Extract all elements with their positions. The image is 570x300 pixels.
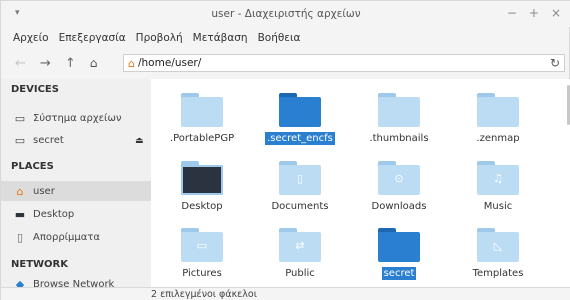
status-bar: 2 επιλεγμένοι φάκελοι [1,287,570,300]
menu-edit[interactable]: Επεξεργασία [59,32,126,44]
menu-help[interactable]: Βοήθεια [258,32,301,44]
file-item-portablepgp[interactable]: .PortablePGP [157,87,247,153]
downloads-folder-icon: ⊙ [378,161,420,195]
file-name: .zenmap [476,133,520,144]
sidebar-item-user[interactable]: ⌂ user [1,181,151,201]
desktop-folder-icon [181,161,223,195]
folder-icon [378,228,420,262]
back-arrow-icon[interactable]: ← [15,56,26,71]
drive-icon: ▭ [14,111,26,125]
file-item-public[interactable]: ⇄ Public [255,222,345,288]
file-item-templates[interactable]: ◺ Templates [453,222,543,288]
window-title: user - Διαχειριστής αρχείων [211,8,361,20]
menu-file[interactable]: Αρχείο [13,32,49,44]
desktop-icon: ▬ [14,207,26,221]
file-item-documents[interactable]: ▯ Documents [255,155,345,221]
sidebar-item-label: user [33,185,55,197]
folder-icon [279,93,321,127]
sidebar-item-filesystem[interactable]: ▭ Σύστημα αρχείων [1,108,151,128]
file-item-music[interactable]: ♫ Music [453,155,543,221]
minimize-button[interactable]: − [507,6,517,20]
sidebar: DEVICES ▭ Σύστημα αρχείων ▭ secret ⏏ PLA… [1,79,151,291]
file-name: Pictures [182,268,222,279]
menu-view[interactable]: Προβολή [136,32,183,44]
file-item-zenmap[interactable]: .zenmap [453,87,543,153]
file-name: Music [483,201,513,212]
sidebar-heading-network: NETWORK [11,259,69,270]
sidebar-item-label: Απορρίμματα [33,231,100,243]
sidebar-item-secret[interactable]: ▭ secret [1,130,151,150]
up-arrow-icon[interactable]: ↑ [65,56,76,71]
file-name: secret [381,267,417,280]
music-folder-icon: ♫ [477,161,519,195]
templates-folder-icon: ◺ [477,228,519,262]
file-name: Downloads [371,201,427,212]
home-icon: ⌂ [16,184,24,198]
sidebar-item-trash[interactable]: ▯ Απορρίμματα [1,227,151,247]
file-name: Documents [271,201,329,212]
sidebar-item-desktop[interactable]: ▬ Desktop [1,204,151,224]
drive-icon: ▭ [14,133,26,147]
trash-icon: ▯ [16,230,24,244]
file-item-thumbnails[interactable]: .thumbnails [354,87,444,153]
file-item-desktop[interactable]: Desktop [157,155,247,221]
file-name: .PortablePGP [169,133,235,144]
pictures-folder-icon: ▭ [181,228,223,262]
menu-go[interactable]: Μετάβαση [193,32,248,44]
public-folder-icon: ⇄ [279,228,321,262]
file-item-downloads[interactable]: ⊙ Downloads [354,155,444,221]
sidebar-heading-places: PLACES [11,161,54,172]
file-name: Templates [472,268,524,279]
file-item-pictures[interactable]: ▭ Pictures [157,222,247,288]
window-controls: − + × [507,6,561,20]
file-item-secret-encfs[interactable]: .secret_encfs [255,87,345,153]
path-home-icon: ⌂ [128,56,135,70]
status-text: 2 επιλεγμένοι φάκελοι [151,289,257,300]
sidebar-heading-devices: DEVICES [11,84,59,95]
forward-arrow-icon[interactable]: → [40,56,51,71]
file-name: .secret_encfs [265,132,335,145]
sidebar-item-label: secret [33,134,64,146]
sidebar-item-label: Desktop [33,208,75,220]
folder-icon [378,93,420,127]
file-grid: .PortablePGP .secret_encfs .thumbnails .… [151,79,570,287]
home-icon[interactable]: ⌂ [90,56,98,70]
path-text[interactable]: /home/user/ [138,57,201,69]
file-name: Public [285,268,315,279]
file-name: .thumbnails [369,133,429,144]
file-item-secret[interactable]: secret [354,222,444,288]
file-manager-window: ▾ user - Διαχειριστής αρχείων − + × Αρχε… [0,0,570,300]
folder-icon [181,93,223,127]
title-bar: ▾ user - Διαχειριστής αρχείων − + × [1,1,570,27]
maximize-button[interactable]: + [529,6,539,20]
close-button[interactable]: × [551,6,561,20]
documents-folder-icon: ▯ [279,161,321,195]
sidebar-item-label: Σύστημα αρχείων [33,112,122,124]
location-bar[interactable]: ⌂ /home/user/ ↻ [123,54,565,72]
eject-icon[interactable]: ⏏ [135,136,144,146]
folder-icon [477,93,519,127]
reload-icon[interactable]: ↻ [550,56,560,70]
file-name: Desktop [181,201,223,212]
menu-bar: Αρχείο Επεξεργασία Προβολή Μετάβαση Βοήθ… [1,27,570,49]
